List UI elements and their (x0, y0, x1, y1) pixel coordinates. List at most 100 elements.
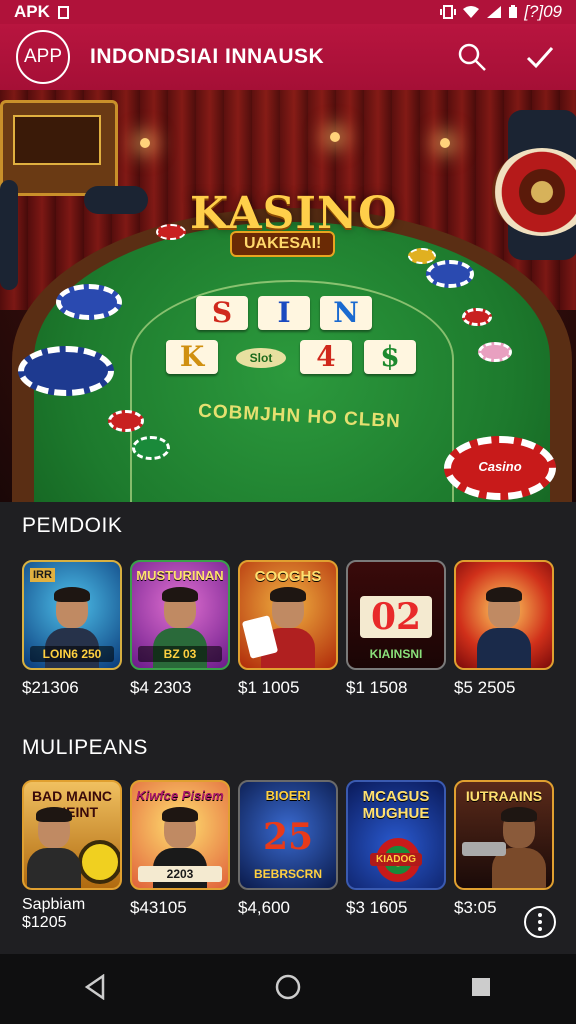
recents-icon (471, 977, 490, 996)
game-subtitle: 2203 (138, 866, 222, 882)
bar-stool (84, 186, 148, 214)
game-title: Kiwfce Pisiem (136, 788, 224, 803)
chip (156, 224, 186, 240)
vibrate-icon (440, 5, 457, 19)
tile-i: I (258, 296, 310, 330)
chip (478, 342, 512, 362)
app-bar: APP INDONDSIAI INNAUSK (0, 24, 576, 90)
battery-icon (509, 5, 518, 18)
game-price: $5 2505 (454, 678, 516, 697)
avatar (27, 807, 81, 888)
tile-4: 4 (300, 340, 352, 374)
game-price: $4,600 (238, 898, 290, 917)
game-thumbnail[interactable]: BIOERI 25 BEBRSCRN (238, 780, 338, 890)
game-price: $4 2303 (130, 678, 192, 697)
game-thumbnail[interactable]: MCAGUS MUGHUE KIADOG (346, 780, 446, 890)
chip-stack (426, 260, 474, 288)
hero-banner[interactable]: KASINO UAKESAI! S I N K Slot 4 $ COBMJHN… (0, 90, 576, 502)
game-card[interactable]: BAD MAINC KNEINT Sapbiam $1205 (22, 780, 122, 932)
game-card[interactable]: $5 2505 (454, 560, 554, 698)
game-number: 25 (262, 816, 314, 858)
app-logo[interactable]: APP (16, 30, 70, 84)
game-price: Sapbiam (22, 896, 86, 913)
game-title: MUSTURINAN (136, 568, 224, 583)
home-icon (275, 974, 301, 999)
tile-n: N (320, 296, 372, 330)
chair (0, 180, 18, 290)
clock: [?]09 (524, 2, 562, 21)
chip-stack (18, 346, 114, 396)
page-title: INDONDSIAI INNAUSK (90, 45, 325, 68)
home-button[interactable] (274, 973, 302, 1006)
game-subtitle: KIADOG (370, 853, 422, 866)
game-thumbnail[interactable] (454, 560, 554, 670)
microphone-icon (462, 842, 506, 856)
slot-machine (0, 100, 118, 196)
section-title-popular: MULIPEANS (22, 736, 148, 759)
carrier-label: APK (14, 2, 50, 21)
game-title: MCAGUS MUGHUE (362, 788, 430, 822)
search-button[interactable] (452, 37, 492, 77)
game-card[interactable]: Kiwfce Pisiem 2203 $43105 (130, 780, 230, 932)
game-price: $3 1605 (346, 898, 408, 917)
game-thumbnail[interactable]: IRR LOIN6 250 (22, 560, 122, 670)
game-title: IUTRAAINS (465, 788, 543, 804)
search-icon (458, 43, 486, 71)
tile-dollar: $ (364, 340, 416, 374)
app-logo-text: APP (23, 46, 63, 67)
lamp (330, 132, 340, 142)
game-price: $1 1508 (346, 678, 408, 697)
notification-icon (57, 5, 69, 19)
game-card[interactable]: 02 KIAINSNI $1 1508 (346, 560, 446, 698)
game-thumbnail[interactable]: 02 KIAINSNI (346, 560, 446, 670)
recents-button[interactable] (469, 975, 493, 1004)
system-nav-bar (0, 954, 576, 1024)
game-subtitle: BEBRSCRN (253, 867, 322, 881)
game-price-secondary: $1205 (22, 914, 67, 931)
game-thumbnail[interactable]: BAD MAINC KNEINT (22, 780, 122, 890)
game-thumbnail[interactable]: Kiwfce Pisiem 2203 (130, 780, 230, 890)
chip-stack (56, 284, 122, 320)
chip (132, 436, 170, 460)
chip (462, 308, 492, 326)
game-card[interactable]: COOGHS $1 1005 (238, 560, 338, 698)
game-price: $21306 (22, 678, 79, 697)
game-badge: IRR (30, 568, 55, 582)
game-price: $43105 (130, 898, 187, 917)
game-card[interactable]: BIOERI 25 BEBRSCRN $4,600 (238, 780, 338, 932)
game-subtitle: LOIN6 250 (30, 646, 114, 662)
lamp (140, 138, 150, 148)
game-card[interactable]: MUSTURINAN BZ 03 $4 2303 (130, 560, 230, 698)
game-title: BIOERI (265, 788, 311, 803)
chip (108, 410, 144, 432)
game-card[interactable]: MCAGUS MUGHUE KIADOG $3 1605 (346, 780, 446, 932)
status-bar: APK [?]09 (0, 0, 576, 24)
section-title-featured: PEMDOIK (22, 514, 123, 537)
tile-k: K (166, 340, 218, 374)
game-number: 02 (360, 596, 432, 638)
game-thumbnail[interactable]: COOGHS (238, 560, 338, 670)
game-thumbnail[interactable]: MUSTURINAN BZ 03 (130, 560, 230, 670)
more-options-button[interactable] (524, 906, 556, 938)
center-badge: Slot (236, 348, 286, 368)
check-icon (526, 47, 554, 69)
game-thumbnail[interactable]: IUTRAAINS (454, 780, 554, 890)
gear-icon (78, 840, 120, 884)
wifi-icon (463, 6, 480, 18)
confirm-button[interactable] (520, 37, 560, 77)
back-button[interactable] (83, 973, 107, 1005)
game-card[interactable]: IRR LOIN6 250 $21306 (22, 560, 122, 698)
chip (408, 248, 436, 264)
game-price: $1 1005 (238, 678, 300, 697)
game-row-featured: IRR LOIN6 250 $21306 MUSTURINAN BZ 03 $4… (22, 560, 554, 698)
tile-s: S (196, 296, 248, 330)
avatar (477, 587, 531, 668)
signal-icon (487, 6, 502, 18)
hero-subtitle: UAKESAI! (230, 231, 336, 257)
game-subtitle: BZ 03 (138, 646, 222, 662)
game-title: COOGHS (254, 568, 322, 585)
game-row-popular: BAD MAINC KNEINT Sapbiam $1205 Kiwfce Pi… (22, 780, 554, 932)
casino-chip: Casino (444, 436, 556, 500)
game-subtitle: KIAINSNI (369, 647, 423, 661)
back-icon (85, 973, 105, 1000)
